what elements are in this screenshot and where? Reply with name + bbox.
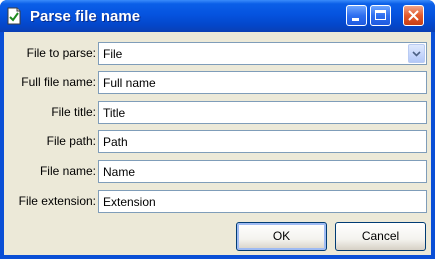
dialog-window: Parse file name File to parse: File Full… (0, 0, 435, 259)
file-extension-label: File extension: (18, 194, 96, 208)
full-file-name-field[interactable] (98, 71, 427, 94)
file-path-field[interactable] (98, 130, 427, 153)
window-title: Parse file name (30, 8, 141, 25)
close-button[interactable] (403, 5, 424, 26)
file-to-parse-value: File (103, 47, 123, 61)
file-name-label: File name: (39, 164, 96, 178)
close-icon (408, 10, 419, 21)
row-full-file-name: Full file name: (4, 71, 431, 95)
row-file-name: File name: (4, 160, 431, 184)
document-check-icon (6, 7, 22, 25)
ok-button[interactable]: OK (236, 222, 327, 251)
row-file-title: File title: (4, 101, 431, 125)
cancel-button[interactable]: Cancel (335, 222, 426, 251)
file-name-field[interactable] (98, 160, 427, 183)
row-file-path: File path: (4, 130, 431, 154)
dialog-body: File to parse: File Full file name: File… (4, 32, 431, 255)
chevron-down-icon (412, 51, 421, 57)
row-file-extension: File extension: (4, 190, 431, 214)
title-bar[interactable]: Parse file name (0, 0, 435, 32)
row-file-to-parse: File to parse: File (4, 42, 431, 66)
minimize-icon (352, 18, 359, 21)
file-extension-field[interactable] (98, 190, 427, 213)
file-title-label: File title: (51, 105, 96, 119)
minimize-button[interactable] (346, 5, 367, 26)
file-title-field[interactable] (98, 101, 427, 124)
maximize-icon (375, 10, 386, 20)
maximize-button[interactable] (370, 5, 391, 26)
full-file-name-label: Full file name: (21, 75, 96, 89)
file-to-parse-dropdown[interactable]: File (98, 42, 427, 65)
file-to-parse-label: File to parse: (26, 46, 96, 60)
dropdown-button[interactable] (408, 44, 425, 63)
file-path-label: File path: (46, 134, 96, 148)
